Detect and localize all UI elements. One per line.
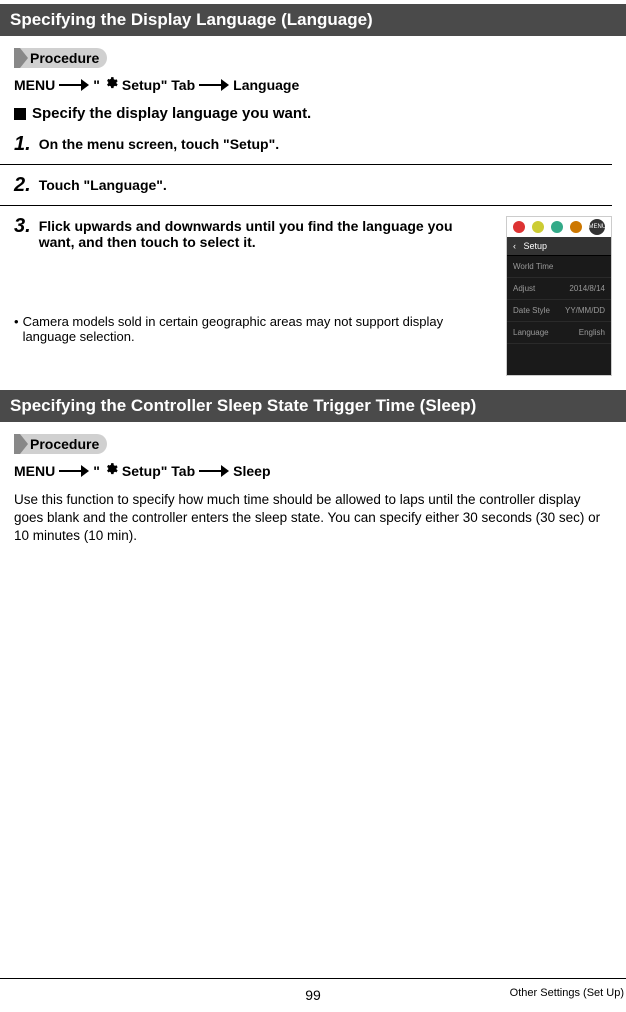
row-label: Adjust xyxy=(513,284,535,293)
screenshot-row: World Time xyxy=(507,256,611,278)
row-label: Date Style xyxy=(513,306,550,315)
screenshot-statusbar: MENU xyxy=(507,217,611,237)
procedure-label: Procedure xyxy=(28,48,107,68)
arrow-icon xyxy=(199,79,229,91)
open-quote: " xyxy=(93,77,100,93)
row-value: 2014/8/14 xyxy=(569,284,605,293)
menu-icon: MENU xyxy=(589,219,605,235)
back-icon: ‹ xyxy=(513,241,516,251)
sleep-description: Use this function to specify how much ti… xyxy=(14,491,612,546)
bullet-icon: • xyxy=(14,314,19,344)
procedure-badge: Procedure xyxy=(14,48,107,68)
arrow-icon xyxy=(59,79,89,91)
procedure-label: Procedure xyxy=(28,434,107,454)
wifi-icon xyxy=(551,221,563,233)
note-text: Camera models sold in certain geographic… xyxy=(23,314,492,344)
setup-tab-text: Setup" Tab xyxy=(122,463,195,479)
screenshot-row: Date Style YY/MM/DD xyxy=(507,300,611,322)
battery-icon xyxy=(570,221,582,233)
footer-section-label: Other Settings (Set Up) xyxy=(510,987,624,999)
section-header-language: Specifying the Display Language (Languag… xyxy=(0,4,626,36)
menu-path-language: MENU " Setup" Tab Language xyxy=(14,76,612,93)
step-3-text-column: 3. Flick upwards and downwards until you… xyxy=(14,216,492,376)
step-2-text: Touch "Language". xyxy=(39,175,612,193)
note-row: • Camera models sold in certain geograph… xyxy=(14,314,492,344)
section-header-sleep: Specifying the Controller Sleep State Tr… xyxy=(0,390,626,422)
square-bullet-icon xyxy=(14,108,26,120)
arrow-icon xyxy=(199,465,229,477)
page-footer: 99 Other Settings (Set Up) xyxy=(0,978,626,1012)
step-1-text: On the menu screen, touch "Setup". xyxy=(39,134,612,152)
screenshot-setup-header: ‹ Setup xyxy=(507,237,611,256)
row-label: Language xyxy=(513,328,549,337)
screenshot-row: Adjust 2014/8/14 xyxy=(507,278,611,300)
step-2: 2. Touch "Language". xyxy=(14,175,612,195)
step-3-text: Flick upwards and downwards until you fi… xyxy=(39,216,492,250)
procedure-decor-arrow xyxy=(20,48,28,68)
step-3: 3. Flick upwards and downwards until you… xyxy=(14,216,492,250)
row-value: YY/MM/DD xyxy=(565,306,605,315)
procedure-badge: Procedure xyxy=(14,434,107,454)
screenshot-row: Language English xyxy=(507,322,611,344)
status-icon xyxy=(532,221,544,233)
sleep-text: Sleep xyxy=(233,463,270,479)
menu-label: MENU xyxy=(14,463,55,479)
row-label: World Time xyxy=(513,262,553,271)
menu-path-sleep: MENU " Setup" Tab Sleep xyxy=(14,462,612,479)
device-screenshot: MENU ‹ Setup World Time Adjust 2014/8/14… xyxy=(506,216,612,376)
gear-icon xyxy=(104,76,118,93)
step-number: 1. xyxy=(14,134,31,154)
divider xyxy=(0,164,612,165)
divider xyxy=(0,205,612,206)
specify-step-text: Specify the display language you want. xyxy=(32,105,311,122)
gear-icon xyxy=(104,462,118,479)
step-number: 2. xyxy=(14,175,31,195)
setup-tab-text: Setup" Tab xyxy=(122,77,195,93)
step-number: 3. xyxy=(14,216,31,236)
specify-step: Specify the display language you want. xyxy=(14,105,612,122)
open-quote: " xyxy=(93,463,100,479)
menu-label: MENU xyxy=(14,77,55,93)
row-value: English xyxy=(579,328,605,337)
procedure-decor-arrow xyxy=(20,434,28,454)
step-3-row: 3. Flick upwards and downwards until you… xyxy=(14,216,612,376)
language-text: Language xyxy=(233,77,299,93)
screenshot-title: Setup xyxy=(524,241,548,251)
camera-icon xyxy=(513,221,525,233)
step-1: 1. On the menu screen, touch "Setup". xyxy=(14,134,612,154)
arrow-icon xyxy=(59,465,89,477)
